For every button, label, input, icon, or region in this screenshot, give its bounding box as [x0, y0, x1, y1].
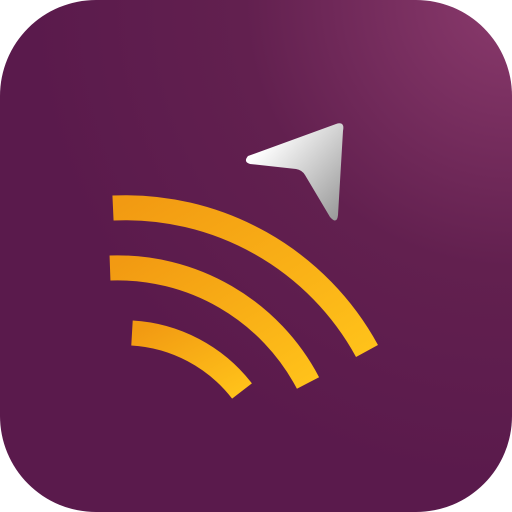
- icon-background: [0, 0, 512, 512]
- app-icon[interactable]: [0, 0, 512, 512]
- app-icon-canvas: [0, 0, 512, 512]
